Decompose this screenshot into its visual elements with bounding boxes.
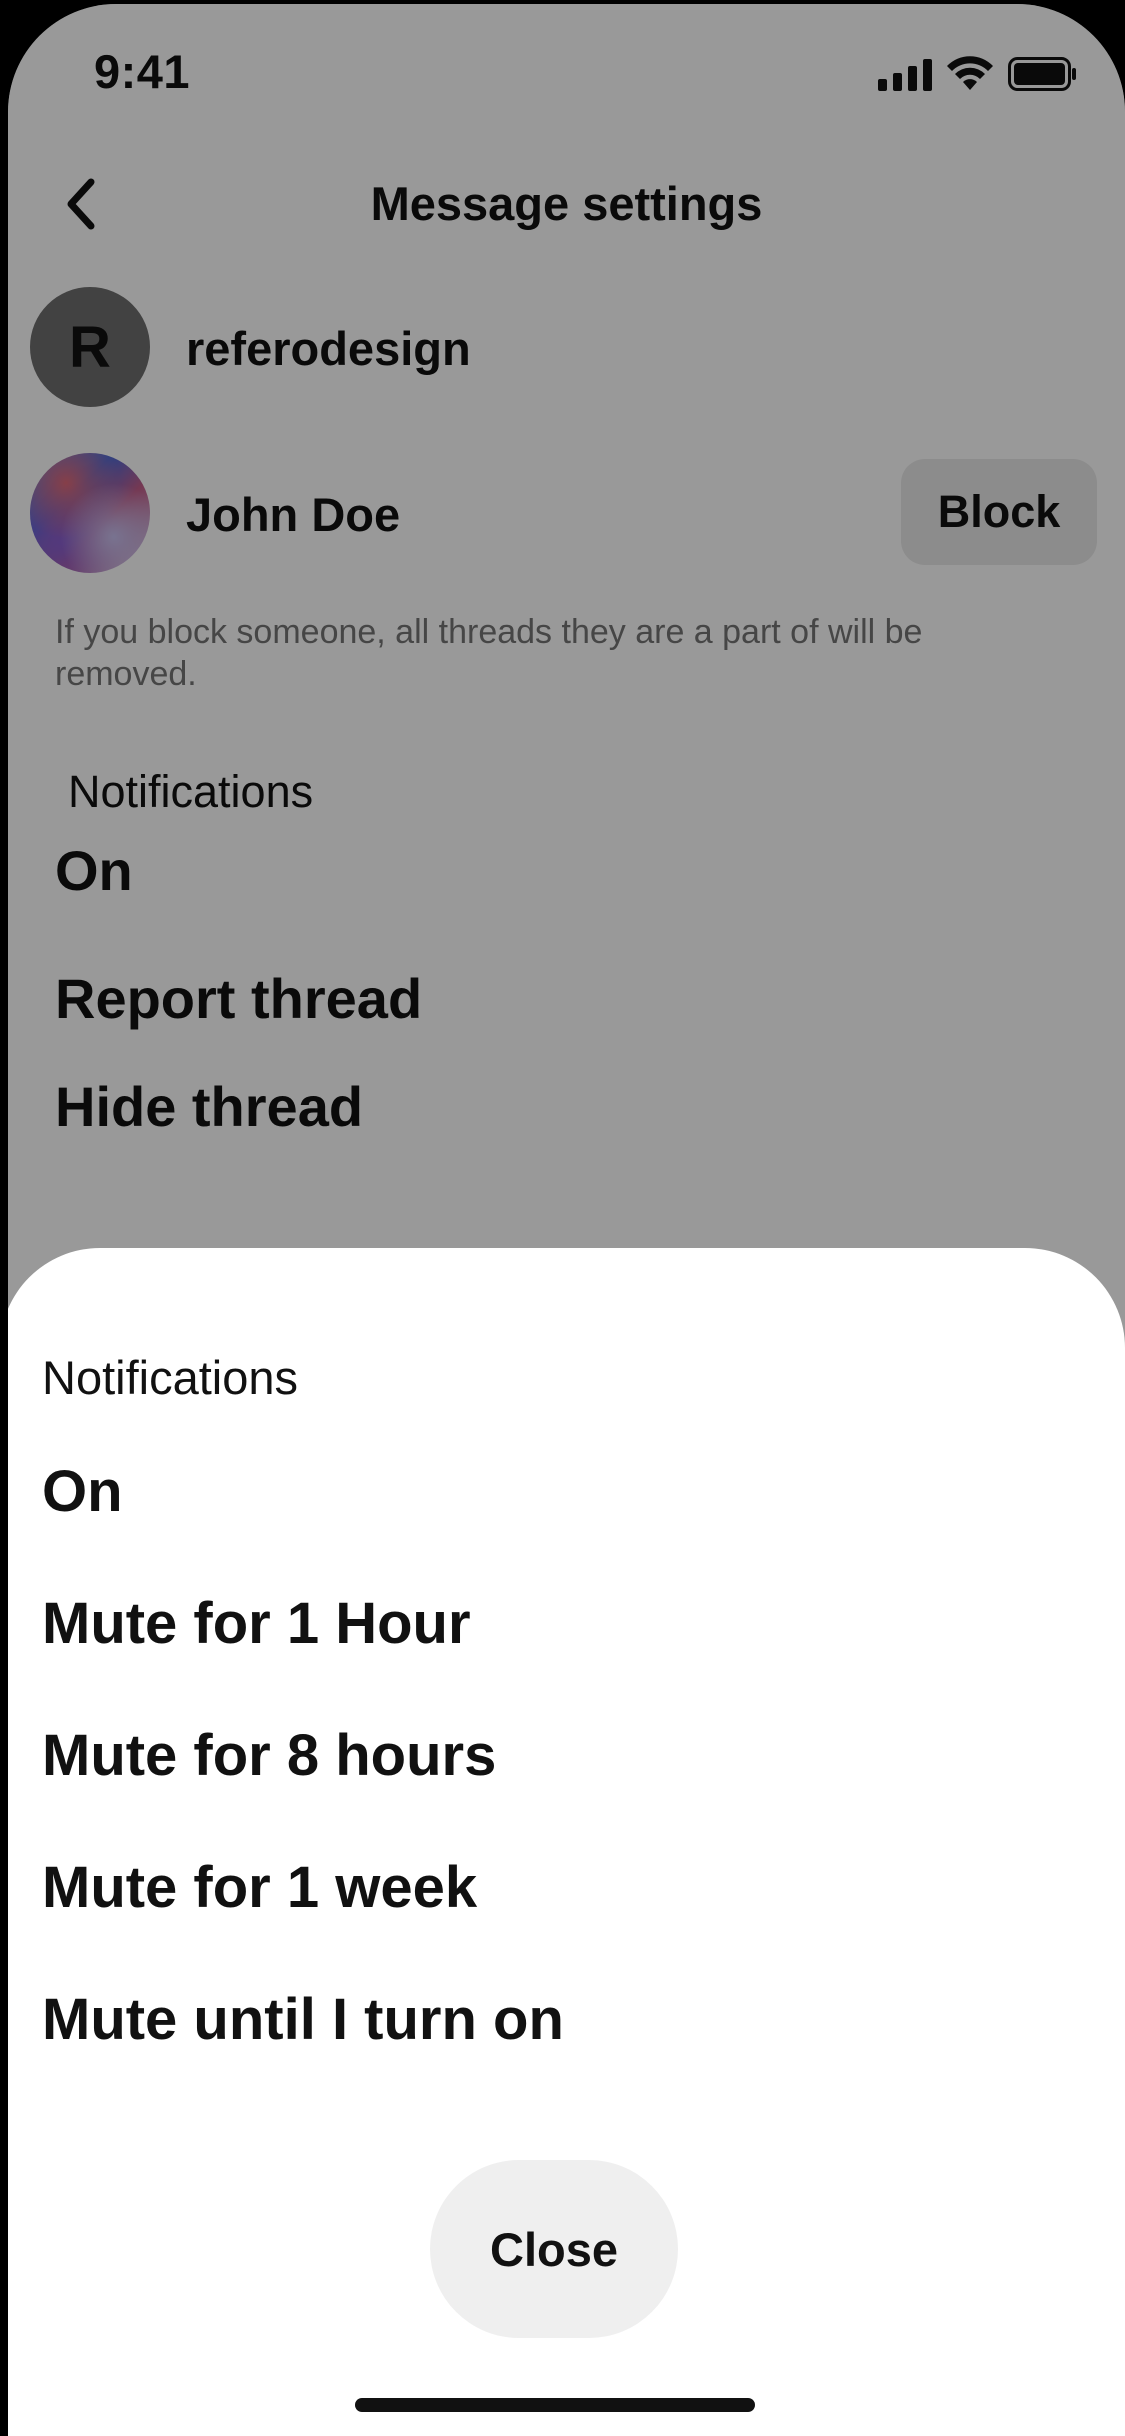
notifications-sheet: Notifications On Mute for 1 Hour Mute fo… [8,1248,1125,2436]
option-mute-until-on[interactable]: Mute until I turn on [42,1986,564,2053]
close-button[interactable]: Close [430,2160,678,2338]
screen: 9:41 Message settings R referodesign Joh… [8,4,1125,2436]
home-indicator [355,2398,755,2412]
option-mute-8-hours[interactable]: Mute for 8 hours [42,1722,496,1789]
option-mute-1-hour[interactable]: Mute for 1 Hour [42,1590,471,1657]
sheet-title: Notifications [42,1351,298,1404]
option-on[interactable]: On [42,1458,123,1525]
phone-frame: 9:41 Message settings R referodesign Joh… [0,0,1125,2436]
option-mute-1-week[interactable]: Mute for 1 week [42,1854,477,1921]
